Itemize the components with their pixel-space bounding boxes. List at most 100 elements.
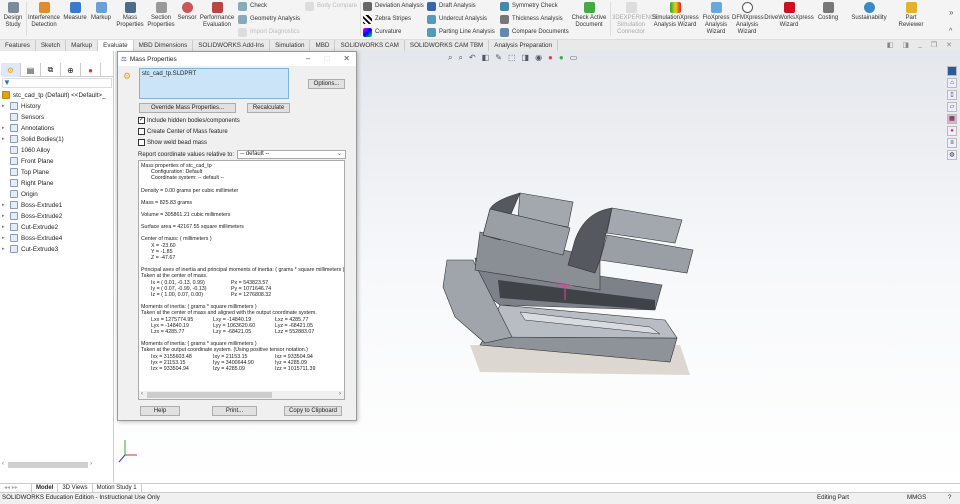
interference-detection-button[interactable]: Interference Detection [28,2,60,29]
ribbon-overflow-icon[interactable]: » [949,8,953,17]
tab-sketch[interactable]: Sketch [36,40,67,51]
tab-markup[interactable]: Markup [66,40,99,51]
tree-item[interactable]: Origin [2,189,38,199]
tree-item[interactable]: Sensors [2,112,44,122]
expand-arrow-icon[interactable]: ▸ [2,125,7,131]
tab-solidworks-addins[interactable]: SOLIDWORKS Add-Ins [193,40,271,51]
collapse-ribbon-icon[interactable]: ^ [949,28,952,35]
expand-arrow-icon[interactable]: ▸ [2,213,7,219]
minimize-icon[interactable]: _ [918,41,922,49]
sensor-button[interactable]: Sensor [176,2,198,22]
show-weld-checkbox[interactable]: Show weld bead mass [138,139,207,146]
appearances-icon[interactable]: ● [947,126,957,136]
forum-icon[interactable]: ◍ [947,150,957,160]
draft-analysis-button[interactable]: Draft Analysis [427,0,476,12]
dialog-titlebar[interactable]: ⚖ Mass Properties – □ ✕ [118,52,356,66]
curvature-button[interactable]: Curvature [363,26,401,38]
simulation-connector-button[interactable]: 3DEXPERIENCE Simulation Connector [612,2,658,36]
zoom-to-fit-icon[interactable]: ⌕ [448,53,452,63]
section-properties-button[interactable]: Section Properties [146,2,176,29]
tab-mbd[interactable]: MBD [310,40,336,51]
tile-right-icon[interactable]: ◨ [902,41,909,49]
file-explorer-icon[interactable]: ▱ [947,102,957,112]
expand-arrow-icon[interactable]: ▸ [2,136,7,142]
restore-icon[interactable]: ❐ [931,41,937,49]
view-orientation-icon[interactable]: ⬚ [508,53,516,63]
tab-mbd-dimensions[interactable]: MBD Dimensions [134,40,194,51]
edit-appearance-icon[interactable]: ● [548,53,553,63]
include-hidden-checkbox[interactable]: ✓ Include hidden bodies/components [138,117,240,124]
expand-arrow-icon[interactable]: ▸ [2,235,7,241]
tree-item[interactable]: ▸ History [2,101,41,111]
apply-scene-icon[interactable]: ● [559,53,564,63]
tile-left-icon[interactable]: ◧ [887,41,894,49]
check-active-document-button[interactable]: Check Active Document [570,2,608,29]
thickness-analysis-button[interactable]: Thickness Analysis [500,13,563,25]
coordinate-system-select[interactable]: -- default -- ⌄ [237,150,347,159]
expand-arrow-icon[interactable]: ▸ [2,103,7,109]
tree-item[interactable]: ▸ Annotations [2,123,54,133]
tree-item[interactable]: ▸ Boss-Extrude1 [2,200,62,210]
design-study-button[interactable]: Design Study [2,2,24,29]
tree-root[interactable]: stc_cad_tp (Default) <<Default>_ [2,90,106,100]
options-button[interactable]: Options... [308,79,345,89]
display-manager-tab[interactable]: ● [81,63,101,77]
tree-item[interactable]: ▸ Boss-Extrude4 [2,233,62,243]
dynamic-annotation-icon[interactable]: ✎ [495,53,502,63]
recalculate-button[interactable]: Recalculate [247,103,290,113]
design-library-icon[interactable]: ▯ [947,90,957,100]
dialog-close-icon[interactable]: ✕ [343,54,350,63]
sustainability-button[interactable]: Sustainability [846,2,892,22]
previous-view-icon[interactable]: ↶ [469,53,476,63]
help-button[interactable]: Help [140,406,180,416]
body-compare-button[interactable]: Body Compare [305,0,357,12]
tab-solidworks-cam-tbm[interactable]: SOLIDWORKS CAM TBM [405,40,490,51]
dialog-minimize-icon[interactable]: – [306,54,310,63]
create-com-checkbox[interactable]: Create Center of Mass feature [138,128,228,135]
tab-solidworks-cam[interactable]: SOLIDWORKS CAM [335,40,405,51]
dialog-maximize-icon[interactable]: □ [324,54,329,63]
floxpress-button[interactable]: FloXpress Analysis Wizard [700,2,732,36]
import-diagnostics-button[interactable]: Import Diagnostics [238,26,300,38]
tab-analysis-preparation[interactable]: Analysis Preparation [489,40,559,51]
expand-arrow-icon[interactable]: ▸ [2,246,7,252]
propertymanager-tab[interactable]: ▤ [21,63,41,77]
zoom-area-icon[interactable]: ⌕ [458,53,462,63]
tree-horizontal-scrollbar[interactable]: ‹ › [2,461,112,469]
home-icon[interactable]: ⌂ [947,78,957,88]
tab-3d-views[interactable]: 3D Views [58,484,93,492]
close-icon[interactable]: ✕ [946,41,952,49]
copy-to-clipboard-button[interactable]: Copy to Clipboard [284,406,342,416]
zebra-stripes-button[interactable]: Zebra Stripes [363,13,411,25]
undercut-analysis-button[interactable]: Undercut Analysis [427,13,487,25]
tree-item[interactable]: ▸ Cut-Extrude2 [2,222,58,232]
dimxpert-tab[interactable]: ⊕ [61,63,81,77]
costing-button[interactable]: Costing [814,2,842,22]
override-mass-properties-button[interactable]: Override Mass Properties... [139,103,236,113]
configurationmanager-tab[interactable]: ⧉ [41,63,61,77]
selected-items-list[interactable]: stc_cad_tp.SLDPRT [139,68,289,99]
compare-documents-button[interactable]: Compare Documents [500,26,569,38]
tab-motion-study[interactable]: Motion Study 1 [93,484,142,492]
deviation-analysis-button[interactable]: Deviation Analysis [363,0,424,12]
help-icon[interactable]: ? [948,493,951,503]
expand-arrow-icon[interactable]: ▸ [2,202,7,208]
tree-item[interactable]: Right Plane [2,178,54,188]
display-style-icon[interactable]: ◨ [522,53,530,63]
tree-item[interactable]: Top Plane [2,167,49,177]
tree-item[interactable]: Front Plane [2,156,54,166]
tree-item[interactable]: ▸ Cut-Extrude3 [2,244,58,254]
dfmxpress-button[interactable]: DFMXpress Analysis Wizard [732,2,764,36]
parting-line-analysis-button[interactable]: Parting Line Analysis [427,26,495,38]
symmetry-check-button[interactable]: Symmetry Check [500,0,558,12]
simulationxpress-button[interactable]: SimulationXpress Analysis Wizard [652,2,699,29]
results-horizontal-scrollbar[interactable]: ‹ › [139,391,344,399]
tree-item[interactable]: 1060 Alloy [2,145,50,155]
part-reviewer-button[interactable]: Part Reviewer [894,2,928,29]
expand-arrow-icon[interactable]: ▸ [2,224,7,230]
units-selector[interactable]: MMGS [907,493,926,503]
driveworksxpress-button[interactable]: DriveWorksXpress Wizard [764,2,814,29]
view-palette-icon[interactable]: ▦ [947,114,957,124]
custom-properties-icon[interactable]: ≡ [947,138,957,148]
tree-item[interactable]: ▸ Boss-Extrude2 [2,211,62,221]
